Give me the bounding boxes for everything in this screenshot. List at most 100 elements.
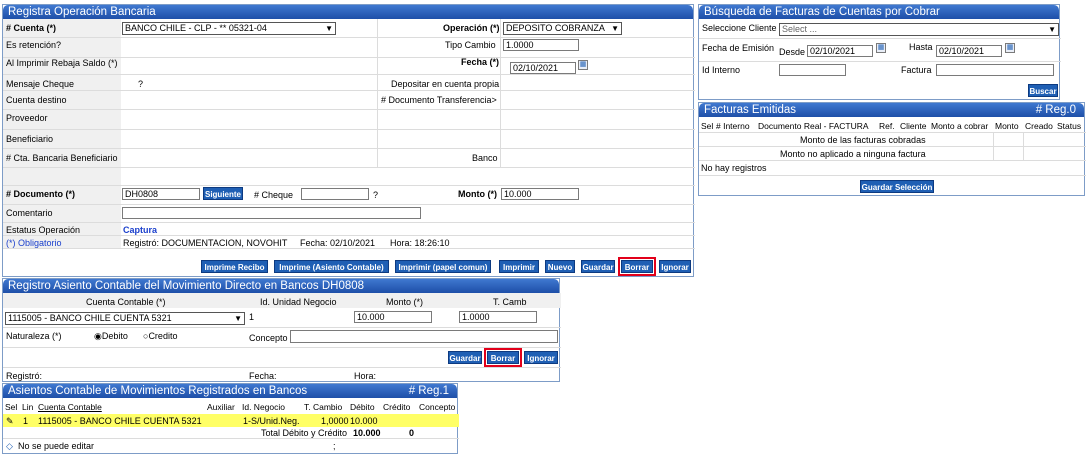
es-retencion-label: Es retención? bbox=[6, 40, 62, 50]
comentario-label: Comentario bbox=[6, 208, 53, 218]
col-sel: Sel bbox=[701, 121, 714, 131]
al-imprimir-label: Al Imprimir Rebaja Saldo (*) bbox=[6, 58, 118, 68]
beneficiario-label: Beneficiario bbox=[6, 134, 54, 144]
concepto-label: Concepto bbox=[249, 333, 288, 343]
id-interno-label: Id Interno bbox=[702, 65, 741, 75]
imprimir-button[interactable]: Imprimir bbox=[499, 260, 539, 273]
mensaje-cheque-help[interactable]: ? bbox=[138, 79, 143, 89]
col-concepto: Concepto bbox=[419, 402, 456, 412]
cheque-help[interactable]: ? bbox=[373, 190, 378, 200]
registro-info: Registró: DOCUMENTACION, NOVOHIT bbox=[123, 238, 288, 248]
asiento-borrar-button[interactable]: Borrar bbox=[484, 348, 522, 367]
col-monto-cobrar: Monto a cobrar bbox=[931, 121, 989, 131]
tipo-cambio-input[interactable]: 1.0000 bbox=[503, 39, 579, 51]
row-tcambio: 1,0000 bbox=[321, 416, 349, 426]
obligatorio-note: (*) Obligatorio bbox=[6, 238, 62, 248]
registra-panel: Registra Operación Bancaria # Cuenta (*)… bbox=[2, 4, 695, 277]
calendar-icon[interactable]: ▦ bbox=[876, 43, 886, 53]
buscar-button[interactable]: Buscar bbox=[1028, 84, 1058, 97]
asientos-reg-count: # Reg.1 bbox=[408, 385, 449, 397]
comentario-input[interactable] bbox=[122, 207, 421, 219]
cheque-label: # Cheque bbox=[254, 190, 294, 200]
cuenta-contable-header: Cuenta Contable (*) bbox=[86, 297, 166, 307]
asientos-title: Asientos Contable de Movimientos Registr… bbox=[3, 384, 457, 398]
asiento-ignorar-button[interactable]: Ignorar bbox=[524, 351, 558, 364]
nuevo-button[interactable]: Nuevo bbox=[545, 260, 575, 273]
cheque-input[interactable] bbox=[301, 188, 369, 200]
monto-input[interactable]: 10.000 bbox=[501, 188, 579, 200]
radio-checked-icon[interactable]: ◉ bbox=[94, 331, 102, 341]
hasta-input[interactable]: 02/10/2021 bbox=[936, 45, 1002, 57]
row-debito: 10.000 bbox=[350, 416, 378, 426]
facturas-reg-count: # Reg.0 bbox=[1035, 104, 1076, 116]
asiento-monto-input[interactable]: 10.000 bbox=[354, 311, 432, 323]
guardar-button[interactable]: Guardar bbox=[581, 260, 615, 273]
info-diamond-icon: ◇ bbox=[6, 441, 13, 451]
cuenta-destino-label: Cuenta destino bbox=[6, 95, 67, 105]
col-interno: # Interno bbox=[716, 121, 750, 131]
fecha-label: Fecha (*) bbox=[461, 57, 500, 67]
cliente-select[interactable]: Select ... ▼ bbox=[779, 23, 1059, 36]
tipo-cambio-label: Tipo Cambio bbox=[445, 40, 496, 50]
col-id-negocio: Id. Negocio bbox=[242, 402, 285, 412]
facturas-title: Facturas Emitidas # Reg.0 bbox=[699, 103, 1084, 117]
busqueda-title: Búsqueda de Facturas de Cuentas por Cobr… bbox=[699, 5, 1059, 19]
total-debito: 10.000 bbox=[353, 428, 381, 438]
cuenta-select[interactable]: BANCO CHILE - CLP - ** 05321-04 ▼ bbox=[122, 22, 336, 35]
asientos-panel: Asientos Contable de Movimientos Registr… bbox=[2, 383, 459, 454]
chevron-down-icon: ▼ bbox=[611, 24, 619, 33]
operacion-select[interactable]: DEPOSITO COBRANZA ▼ bbox=[503, 22, 622, 35]
col-debito: Débito bbox=[350, 402, 375, 412]
concepto-input[interactable] bbox=[290, 330, 558, 343]
desde-input[interactable]: 02/10/2021 bbox=[807, 45, 873, 57]
guardar-seleccion-button[interactable]: Guardar Selección bbox=[860, 180, 934, 193]
monto-header: Monto (*) bbox=[386, 297, 424, 307]
col-ref: Ref. bbox=[879, 121, 895, 131]
credito-radio[interactable]: ○Credito bbox=[143, 331, 177, 341]
hasta-label: Hasta bbox=[909, 42, 933, 52]
busqueda-panel: Búsqueda de Facturas de Cuentas por Cobr… bbox=[698, 4, 1061, 100]
calendar-icon[interactable]: ▦ bbox=[578, 60, 588, 70]
col-monto: Monto bbox=[995, 121, 1019, 131]
col-sel: Sel bbox=[5, 402, 18, 412]
monto-no-aplicado-label: Monto no aplicado a ninguna factura bbox=[780, 149, 926, 159]
factura-input[interactable] bbox=[936, 64, 1054, 76]
asiento-fecha-label: Fecha: bbox=[249, 371, 277, 381]
calendar-icon[interactable]: ▦ bbox=[1005, 43, 1015, 53]
total-label: Total Débito y Crédito bbox=[261, 428, 348, 438]
id-unidad-header: Id. Unidad Negocio bbox=[260, 297, 337, 307]
hora-info: Hora: 18:26:10 bbox=[390, 238, 450, 248]
fecha-input[interactable]: 02/10/2021 bbox=[510, 62, 576, 74]
banco-label: Banco bbox=[472, 153, 498, 163]
desde-label: Desde bbox=[779, 47, 806, 57]
monto-label: Monto (*) bbox=[458, 189, 497, 199]
col-auxiliar: Auxiliar bbox=[207, 402, 235, 412]
col-lin: Lin bbox=[22, 402, 34, 412]
ignorar-button[interactable]: Ignorar bbox=[659, 260, 691, 273]
borrar-button[interactable]: Borrar bbox=[618, 257, 656, 276]
documento-input[interactable]: DH0808 bbox=[122, 188, 200, 200]
imprime-recibo-button[interactable]: Imprime Recibo bbox=[201, 260, 268, 273]
debito-radio[interactable]: ◉Debito bbox=[94, 331, 128, 342]
mensaje-cheque-label: Mensaje Cheque bbox=[6, 79, 75, 89]
estatus-label: Estatus Operación bbox=[6, 225, 81, 235]
no-registros-text: No hay registros bbox=[701, 163, 767, 173]
col-credito: Crédito bbox=[383, 402, 411, 412]
estatus-value: Captura bbox=[123, 225, 158, 235]
separator-semicolon: ; bbox=[333, 441, 336, 451]
siguiente-button[interactable]: Siguiente bbox=[203, 187, 243, 200]
total-credito: 0 bbox=[409, 428, 415, 438]
id-interno-input[interactable] bbox=[779, 64, 846, 76]
asiento-tcamb-input[interactable]: 1.0000 bbox=[459, 311, 537, 323]
col-cuenta-contable[interactable]: Cuenta Contable bbox=[38, 402, 102, 412]
operacion-label: Operación (*) bbox=[443, 23, 500, 33]
asiento-guardar-button[interactable]: Guardar bbox=[448, 351, 482, 364]
naturaleza-label: Naturaleza (*) bbox=[6, 331, 62, 341]
cuenta-contable-select[interactable]: 1115005 - BANCO CHILE CUENTA 5321 ▼ bbox=[5, 312, 245, 325]
imprimir-papel-button[interactable]: Imprimir (papel comun) bbox=[395, 260, 491, 273]
depositar-label: Depositar en cuenta propia bbox=[391, 79, 500, 89]
asiento-hora-label: Hora: bbox=[354, 371, 377, 381]
imprime-asiento-button[interactable]: Imprime (Asiento Contable) bbox=[274, 260, 389, 273]
row-lin: 1 bbox=[23, 416, 29, 426]
edit-pencil-icon[interactable]: ✎ bbox=[6, 416, 14, 427]
